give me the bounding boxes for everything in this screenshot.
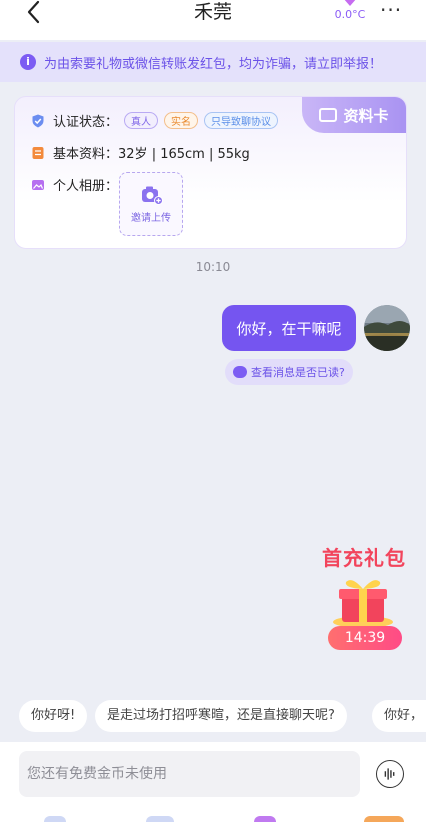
camera-plus-icon xyxy=(142,186,163,205)
first-recharge-gift[interactable]: 首充礼包 14:39 xyxy=(316,542,412,654)
message-timestamp: 10:10 xyxy=(195,260,231,274)
fraud-notice-banner: i 为由索要礼物或微信转账发红包，均为诈骗，请立即举报！ xyxy=(0,42,426,82)
photo-icon xyxy=(32,179,44,190)
gift-title: 首充礼包 xyxy=(322,546,406,570)
badge-real-name: 实名 xyxy=(164,112,199,129)
image-icon[interactable] xyxy=(146,816,174,822)
gift-countdown: 14:39 xyxy=(328,626,402,650)
message-bubble-sent[interactable]: 你好，在干嘛呢 xyxy=(222,305,356,351)
gift-box-icon xyxy=(333,580,393,628)
more-options-icon[interactable]: ··· xyxy=(380,0,402,20)
heart-icon xyxy=(344,0,356,6)
quick-reply-bar: 你好呀! 是走过场打招呼寒暄，还是直接聊天呢? 你好， xyxy=(0,700,426,732)
profile-card-tag-label: 资料卡 xyxy=(343,106,389,125)
voice-wave-icon[interactable] xyxy=(376,760,404,788)
recharge-icon[interactable] xyxy=(364,816,404,822)
quick-reply-chip[interactable]: 你好呀! xyxy=(19,700,88,732)
notice-text: 为由索要礼物或微信转账发红包，均为诈骗，请立即举报！ xyxy=(44,56,383,72)
document-icon xyxy=(32,146,44,159)
avatar[interactable] xyxy=(364,305,410,351)
message-input[interactable]: 您还有免费金币未使用 xyxy=(19,751,360,797)
basic-info-label: 基本资料： xyxy=(53,147,119,162)
shield-icon xyxy=(32,114,44,127)
basic-info-value: 32岁 | 165cm | 55kg xyxy=(118,147,250,162)
verify-status-row: 认证状态： 真人 实名 只导致聊协议 xyxy=(31,111,279,130)
read-receipt-label: 查看消息是否已读? xyxy=(251,366,345,379)
intimacy-temperature[interactable]: 0.0°C xyxy=(328,0,372,26)
profile-card-tag[interactable]: 资料卡 xyxy=(302,97,406,133)
invite-upload-button[interactable]: 邀请上传 xyxy=(119,172,183,236)
verify-label: 认证状态： xyxy=(53,115,119,130)
badge-real-person: 真人 xyxy=(124,112,159,129)
read-receipt-check-button[interactable]: 查看消息是否已读? xyxy=(225,359,353,385)
top-bar: 禾莞 0.0°C ··· xyxy=(0,0,426,40)
composer-bar: 您还有免费金币未使用 xyxy=(0,742,426,822)
badge-agreement[interactable]: 只导致聊协议 xyxy=(204,112,279,129)
album-label: 个人相册： xyxy=(53,179,119,194)
emoji-icon[interactable] xyxy=(44,816,66,822)
id-card-icon xyxy=(319,108,338,122)
album-row: 个人相册： xyxy=(31,175,118,194)
quick-reply-chip[interactable]: 是走过场打招呼寒暄，还是直接聊天呢? xyxy=(95,700,347,732)
basic-info-row: 基本资料： 32岁 | 165cm | 55kg xyxy=(31,143,250,162)
invite-upload-label: 邀请上传 xyxy=(131,213,171,224)
gift-icon[interactable] xyxy=(254,816,276,822)
temperature-value: 0.0°C xyxy=(334,8,366,21)
info-icon: i xyxy=(20,54,36,70)
profile-card[interactable]: 资料卡 认证状态： 真人 实名 只导致聊协议 基本资料： 32岁 | 165cm… xyxy=(14,96,407,249)
quick-reply-chip[interactable]: 你好， xyxy=(372,700,426,732)
chat-bubble-icon xyxy=(233,366,247,378)
